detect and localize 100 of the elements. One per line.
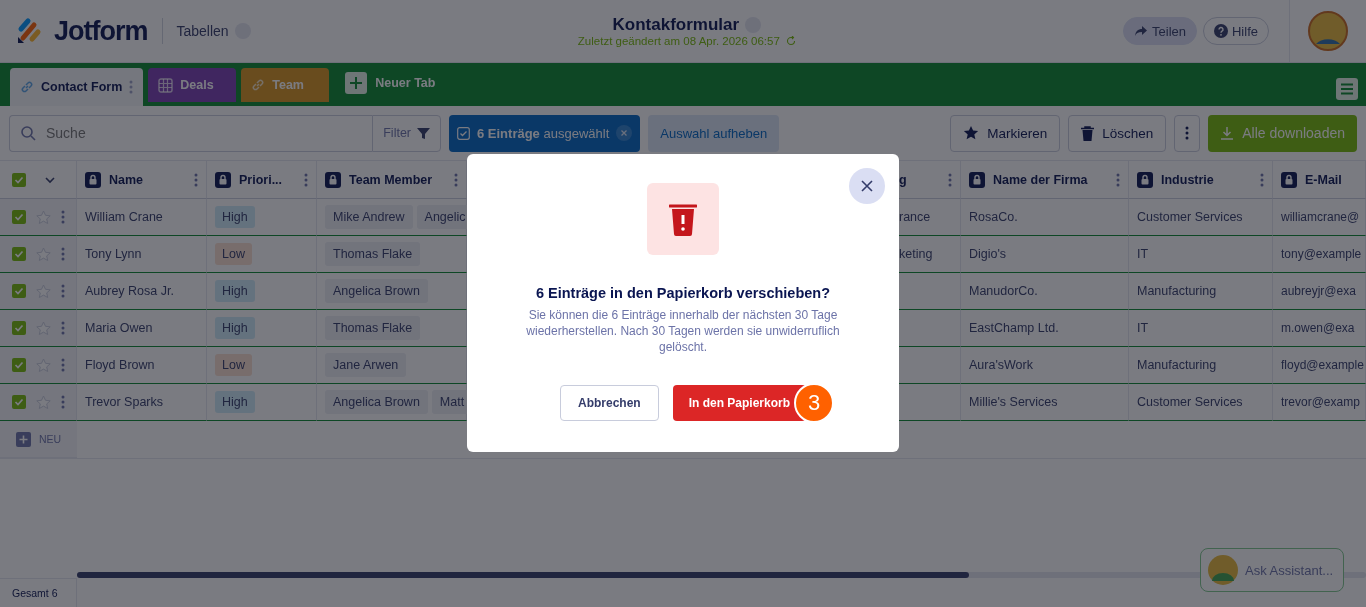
- filter-button[interactable]: Filter: [372, 114, 441, 152]
- link-icon: [20, 80, 34, 94]
- star-outline-icon[interactable]: [36, 246, 51, 262]
- menu-label[interactable]: Tabellen: [176, 23, 229, 39]
- table-cell: EastChamp Ltd.: [961, 310, 1129, 347]
- kebab-icon[interactable]: [1185, 126, 1190, 140]
- member-tag: Angelica Brown: [325, 279, 428, 303]
- kebab-icon[interactable]: [61, 247, 65, 261]
- scrollbar-thumb[interactable]: [77, 572, 969, 578]
- star-outline-icon[interactable]: [36, 394, 51, 410]
- table-cell: Millie's Services: [961, 384, 1129, 421]
- lock-icon: [1281, 171, 1297, 188]
- dialog-message: Sie können die 6 Einträge innerhalb der nächsten 30 Tage wiederherstellen. Nach 30 Tagen werden sie unwiderruflich gelöscht.: [525, 307, 841, 355]
- star-icon: [963, 125, 980, 141]
- table-cell: IT: [1129, 310, 1273, 347]
- lock-icon: [1137, 171, 1153, 188]
- table-cell: m.owen@exa: [1273, 310, 1366, 347]
- new-tab-button[interactable]: Neuer Tab: [339, 71, 442, 95]
- star-outline-icon[interactable]: [36, 320, 51, 336]
- kebab-icon[interactable]: [948, 172, 952, 187]
- member-tag: Mike Andrew: [325, 205, 413, 229]
- lock-icon: [215, 171, 231, 188]
- checkbox[interactable]: [12, 247, 26, 261]
- table-cell: Manufacturing: [1129, 347, 1273, 384]
- grid-icon: [158, 77, 174, 93]
- assistant-avatar-icon: [1207, 554, 1239, 586]
- lock-icon: [969, 171, 985, 188]
- download-icon: [1220, 126, 1235, 140]
- table-cell: Manufacturing: [1129, 273, 1273, 310]
- plus-icon: [345, 72, 368, 94]
- assistant-button[interactable]: Ask Assistant...: [1200, 548, 1345, 592]
- search-box[interactable]: Suche: [9, 114, 373, 152]
- table-cell: William Crane: [77, 199, 207, 236]
- kebab-icon[interactable]: [61, 395, 65, 409]
- member-tag: Thomas Flake: [325, 242, 421, 266]
- trash-icon: [669, 202, 697, 236]
- mark-button[interactable]: Markieren: [950, 114, 1061, 152]
- table-cell: Customer Services: [1129, 384, 1273, 421]
- clear-selection-button[interactable]: Auswahl aufheben: [648, 114, 780, 152]
- link-icon: [251, 78, 266, 92]
- menu-icon[interactable]: [1336, 78, 1358, 100]
- step-badge: 3: [794, 383, 834, 423]
- kebab-icon[interactable]: [1116, 172, 1120, 187]
- column-header[interactable]: Priori...: [239, 172, 296, 187]
- table-cell: IT: [1129, 236, 1273, 273]
- funnel-icon: [417, 126, 430, 140]
- close-button[interactable]: [849, 168, 885, 204]
- lock-icon: [325, 171, 341, 188]
- table-cell: tony@example: [1273, 236, 1366, 273]
- refresh-icon[interactable]: [785, 36, 796, 46]
- checkbox[interactable]: [12, 284, 26, 298]
- kebab-icon[interactable]: [61, 210, 65, 224]
- tab[interactable]: Deals: [148, 68, 237, 102]
- member-tag: Jane Arwen: [325, 353, 407, 377]
- priority-tag: Low: [215, 354, 252, 376]
- checkbox[interactable]: [12, 395, 26, 409]
- trash-icon: [1081, 125, 1095, 141]
- checkbox[interactable]: [12, 210, 26, 224]
- lock-icon: [85, 171, 101, 188]
- kebab-icon[interactable]: [304, 172, 308, 187]
- kebab-icon[interactable]: [1260, 172, 1264, 187]
- new-row-button[interactable]: NEU: [0, 421, 77, 458]
- tab[interactable]: Contact Form: [10, 68, 144, 106]
- star-outline-icon[interactable]: [36, 357, 51, 373]
- member-tag: Thomas Flake: [325, 316, 421, 340]
- table-cell: Maria Owen: [77, 310, 207, 347]
- close-icon[interactable]: [616, 125, 633, 141]
- close-icon: [861, 180, 873, 192]
- table-cell: williamcrane@: [1273, 199, 1366, 236]
- table-cell: Tony Lynn: [77, 236, 207, 273]
- search-field[interactable]: Suche: [44, 124, 334, 142]
- help-icon: [1214, 24, 1228, 38]
- table-cell: RosaCo.: [961, 199, 1129, 236]
- priority-tag: Low: [215, 243, 252, 265]
- priority-tag: High: [215, 206, 255, 228]
- table-cell: Trevor Sparks: [77, 384, 207, 421]
- star-outline-icon[interactable]: [36, 209, 51, 225]
- star-outline-icon[interactable]: [36, 283, 51, 299]
- priority-tag: High: [215, 280, 255, 302]
- plus-icon: [16, 431, 31, 447]
- kebab-icon[interactable]: [61, 358, 65, 372]
- cancel-button[interactable]: Abbrechen: [559, 385, 659, 421]
- checkbox-icon: [457, 126, 470, 140]
- kebab-icon[interactable]: [194, 172, 198, 187]
- table-cell: Customer Services: [1129, 199, 1273, 236]
- table-cell: aubreyjr@exa: [1273, 273, 1366, 310]
- kebab-icon[interactable]: [61, 284, 65, 298]
- help-button[interactable]: Hilfe: [1203, 17, 1269, 45]
- share-button[interactable]: Teilen: [1123, 17, 1197, 45]
- checkbox[interactable]: [12, 358, 26, 372]
- priority-tag: High: [215, 391, 255, 413]
- avatar-icon[interactable]: [1308, 11, 1348, 51]
- kebab-icon[interactable]: [454, 172, 458, 187]
- table-cell: Floyd Brown: [77, 347, 207, 384]
- checkbox[interactable]: [12, 172, 26, 187]
- kebab-icon[interactable]: [61, 321, 65, 335]
- table-cell: trevor@examp: [1273, 384, 1366, 421]
- checkbox[interactable]: [12, 321, 26, 335]
- delete-button[interactable]: Löschen: [1068, 114, 1167, 152]
- search-icon: [20, 125, 36, 141]
